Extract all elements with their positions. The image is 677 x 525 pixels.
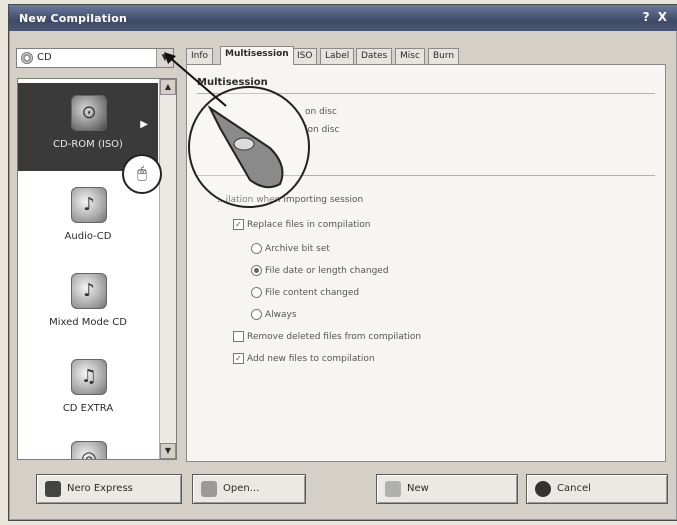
list-item-label: Mixed Mode CD: [49, 317, 127, 328]
option-label: on disc: [305, 107, 337, 117]
list-item-label: CD EXTRA: [62, 403, 114, 414]
radio-file-date-changed[interactable]: File date or length changed: [251, 265, 389, 276]
tab-burn[interactable]: Burn: [428, 48, 460, 64]
list-item-more[interactable]: ◎: [18, 429, 158, 459]
list-item-cd-extra[interactable]: ♫ CD EXTRA: [18, 347, 158, 435]
audio-cd-icon: ♪: [71, 187, 107, 223]
disc-type-combo[interactable]: CD ▼: [16, 48, 174, 68]
disc-type-value: CD: [37, 52, 52, 63]
tab-label[interactable]: Label: [320, 48, 355, 64]
button-label: Cancel: [557, 483, 591, 494]
radio-file-content-changed[interactable]: File content changed: [251, 287, 359, 298]
option-label: Add new files to compilation: [247, 354, 375, 364]
open-button[interactable]: Open...: [192, 474, 306, 504]
radio-icon: [251, 309, 262, 320]
new-compilation-icon: [385, 481, 401, 497]
option-label: File content changed: [265, 288, 360, 298]
cd-rom-icon: ⊙: [71, 95, 107, 131]
option-label: Remove deleted files from compilation: [247, 332, 422, 342]
cancel-icon: [535, 481, 551, 497]
list-item-label: Audio-CD: [64, 231, 112, 242]
scroll-down-button[interactable]: ▼: [160, 443, 176, 459]
window-title: New Compilation: [19, 12, 128, 25]
open-folder-icon: [201, 481, 217, 497]
radio-always[interactable]: Always: [251, 309, 297, 320]
option-continue-multisession[interactable]: ion disc: [305, 125, 339, 135]
option-label: ion disc: [305, 125, 340, 135]
close-button[interactable]: X: [658, 10, 667, 24]
list-item-mixed-mode-cd[interactable]: ♪ Mixed Mode CD: [18, 261, 158, 349]
remove-deleted-files-checkbox[interactable]: Remove deleted files from compilation: [233, 331, 421, 342]
radio-selected-icon: [251, 265, 262, 276]
add-new-files-checkbox[interactable]: ✓ Add new files to compilation: [233, 353, 375, 364]
checkbox-icon: [233, 331, 244, 342]
radio-icon: [251, 287, 262, 298]
title-bar: New Compilation ? X: [9, 5, 677, 31]
list-scrollbar[interactable]: ▲ ▼: [159, 79, 176, 459]
help-button[interactable]: ?: [643, 10, 650, 24]
cancel-button[interactable]: Cancel: [526, 474, 668, 504]
button-label: Open...: [223, 483, 260, 494]
cd-icon: [21, 52, 33, 64]
option-label: File date or length changed: [265, 266, 389, 276]
option-label: Archive bit set: [265, 244, 330, 254]
radio-archive-bit[interactable]: Archive bit set: [251, 243, 330, 254]
cd-extra-icon: ♫: [71, 359, 107, 395]
selection-arrow-icon: ▶: [140, 119, 148, 130]
list-item-label: CD-ROM (ISO): [53, 139, 123, 150]
mixed-mode-cd-icon: ♪: [71, 273, 107, 309]
new-button[interactable]: New: [376, 474, 518, 504]
checkbox-checked-icon: ✓: [233, 353, 244, 364]
option-start-multisession[interactable]: on disc: [305, 107, 337, 117]
button-label: New: [407, 483, 429, 494]
option-label: Always: [265, 310, 297, 320]
tab-dates[interactable]: Dates: [356, 48, 393, 64]
disc-icon: ◎: [71, 441, 107, 459]
option-label: Replace files in compilation: [247, 220, 371, 230]
radio-icon: [251, 243, 262, 254]
mouse-click-icon: 🖱: [122, 154, 162, 194]
button-label: Nero Express: [67, 483, 133, 494]
nero-express-button[interactable]: Nero Express: [36, 474, 182, 504]
replace-files-checkbox[interactable]: ✓ Replace files in compilation: [233, 219, 370, 230]
checkbox-checked-icon: ✓: [233, 219, 244, 230]
tab-iso[interactable]: ISO: [292, 48, 318, 64]
compilation-type-list[interactable]: ⊙ CD-ROM (ISO) ▶ ♪ Audio-CD ♪ Mixed Mode…: [17, 78, 177, 460]
tab-misc[interactable]: Misc: [395, 48, 425, 64]
tab-multisession[interactable]: Multisession: [220, 46, 294, 65]
nero-express-icon: [45, 481, 61, 497]
